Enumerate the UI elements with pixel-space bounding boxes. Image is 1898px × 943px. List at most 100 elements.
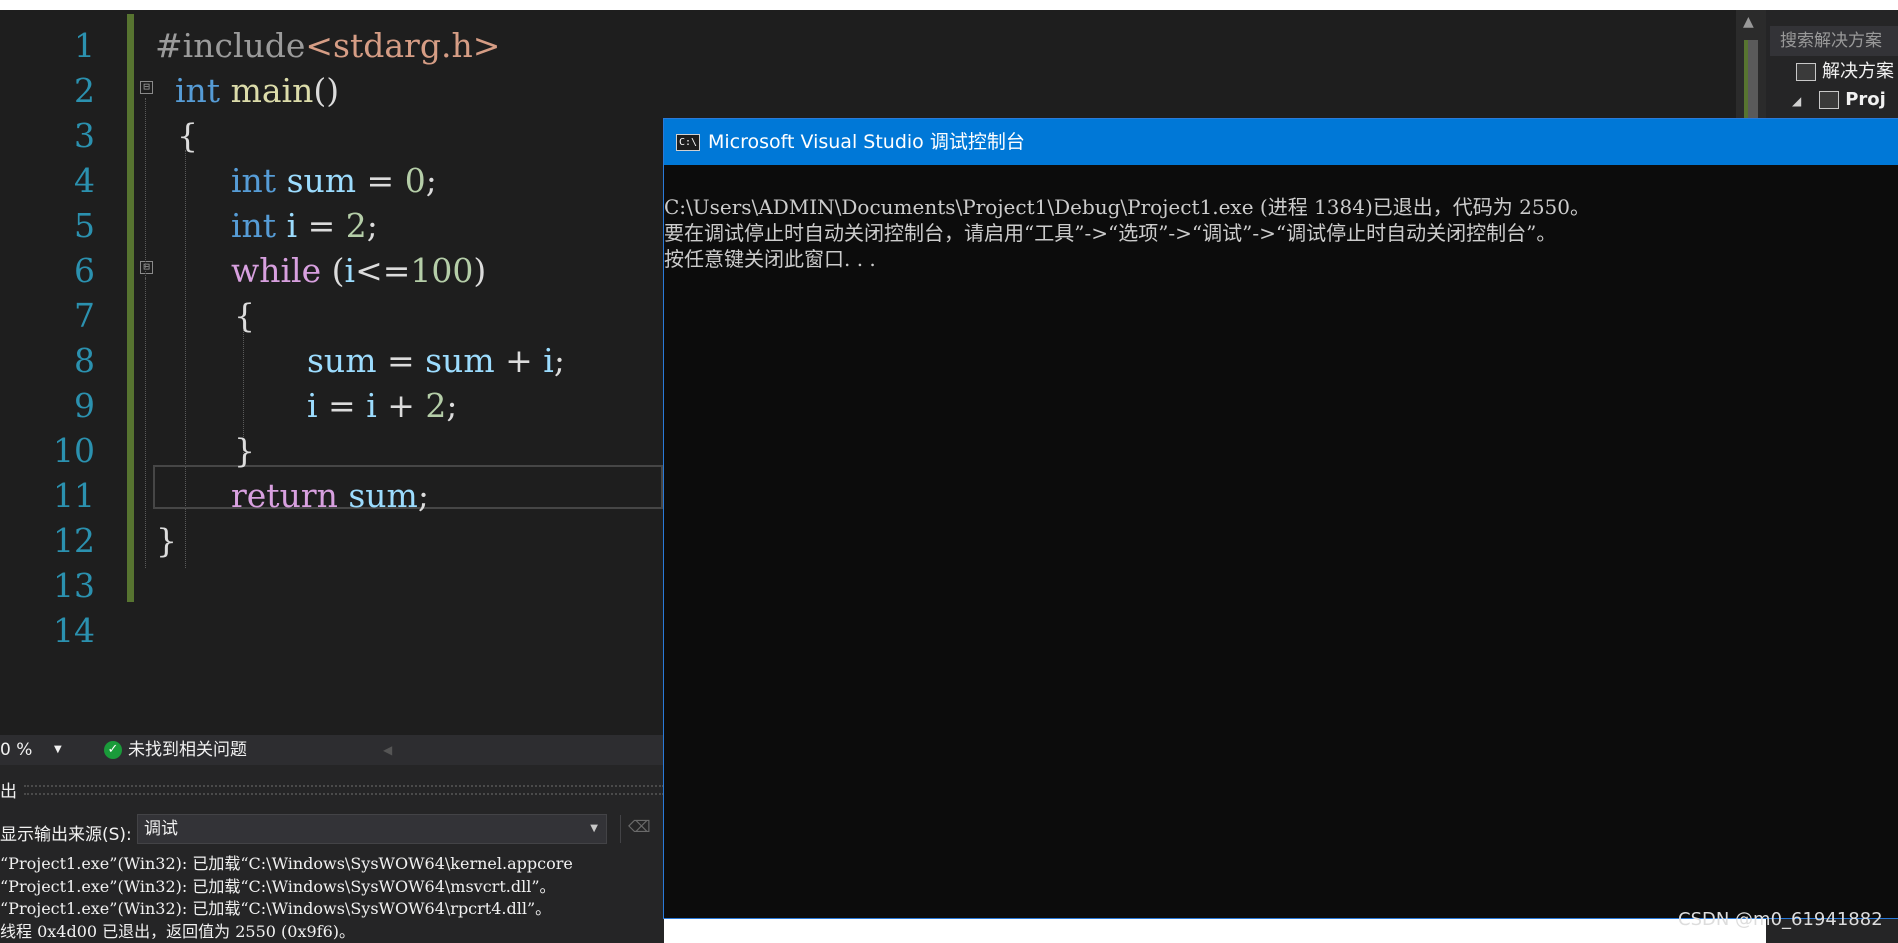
function-name-token: main: [230, 71, 314, 110]
brace-token: }: [234, 431, 255, 470]
punctuation-token: (): [313, 71, 340, 110]
punctuation-token: ;: [366, 206, 378, 245]
operator-token: =: [376, 341, 426, 380]
operator-token: =: [297, 206, 346, 245]
issues-label: 未找到相关问题: [128, 740, 247, 760]
number-token: 2: [345, 206, 367, 245]
output-text[interactable]: “Project1.exe”(Win32): 已加载“C:\Windows\Sy…: [0, 853, 573, 943]
code-line-1[interactable]: #include<stdarg.h>: [155, 23, 500, 68]
project-node-label: Proj: [1845, 89, 1886, 110]
punctuation-token: ;: [417, 476, 429, 515]
code-line-10[interactable]: }: [234, 428, 255, 473]
output-line: “Project1.exe”(Win32): 已加载“C:\Windows\Sy…: [0, 876, 556, 896]
debug-console-window[interactable]: C:\ Microsoft Visual Studio 调试控制台 C:\Use…: [663, 118, 1898, 919]
operator-token: =: [356, 161, 405, 200]
console-output[interactable]: C:\Users\ADMIN\Documents\Project1\Debug\…: [664, 194, 1590, 272]
code-line-11[interactable]: return sum;: [231, 473, 429, 518]
console-line: 按任意键关闭此窗口. . .: [664, 247, 876, 271]
variable-token: sum: [307, 341, 377, 380]
console-line: C:\Users\ADMIN\Documents\Project1\Debug\…: [664, 195, 1591, 219]
punctuation-token: ;: [425, 161, 437, 200]
console-line: 要在调试停止时自动关闭控制台，请启用“工具”->“选项”->“调试”->“调试停…: [664, 221, 1557, 245]
number-token: 2: [425, 386, 447, 425]
operator-token: =: [317, 386, 367, 425]
panel-grip[interactable]: [24, 785, 664, 795]
solution-search-input[interactable]: 搜索解决方案: [1770, 26, 1898, 56]
expand-triangle-icon[interactable]: ◢: [1792, 87, 1801, 115]
code-line-9[interactable]: i = i + 2;: [307, 383, 458, 428]
watermark: CSDN @m0_61941882: [1678, 909, 1883, 930]
variable-token: i: [344, 251, 356, 290]
solution-node[interactable]: 解决方案: [1766, 58, 1898, 86]
line-number: 3: [74, 116, 95, 155]
variable-token: i: [286, 206, 298, 245]
brace-token: }: [156, 521, 177, 560]
punctuation-token: (: [321, 251, 345, 290]
variable-token: sum: [348, 476, 418, 515]
scroll-change-marker: [1744, 40, 1748, 130]
code-line-4[interactable]: int sum = 0;: [231, 158, 437, 203]
code-line-6[interactable]: while (i<=100): [231, 248, 486, 293]
output-panel-title: 出: [0, 782, 17, 802]
code-line-5[interactable]: int i = 2;: [231, 203, 378, 248]
collapse-while-icon[interactable]: ⊟: [140, 261, 153, 274]
fold-guide-while: [145, 278, 146, 468]
variable-token: i: [543, 341, 554, 380]
scroll-up-icon[interactable]: ▲: [1743, 14, 1754, 30]
chevron-down-icon[interactable]: ▼: [590, 815, 598, 843]
line-number: 11: [53, 476, 95, 515]
output-line: “Project1.exe”(Win32): 已加载“C:\Windows\Sy…: [0, 854, 573, 873]
punctuation-token: ;: [446, 386, 458, 425]
include-path-token: <stdarg.h>: [305, 26, 501, 65]
line-number: 9: [74, 386, 95, 425]
change-indicator-bar: [127, 14, 134, 602]
check-circle-icon: ✓: [104, 741, 122, 759]
operator-token: +: [376, 386, 426, 425]
line-number: 7: [74, 296, 95, 335]
editor-status-strip: 0 % ▼ ✓ 未找到相关问题 ◀: [0, 735, 664, 765]
issues-indicator[interactable]: ✓ 未找到相关问题: [104, 735, 247, 765]
brace-token: {: [177, 116, 198, 155]
code-line-3[interactable]: {: [177, 113, 198, 158]
keyword-token: return: [231, 476, 338, 515]
project-node[interactable]: ◢ Proj: [1766, 86, 1898, 114]
output-source-select[interactable]: 调试 ▼: [137, 814, 607, 844]
variable-token: sum: [425, 341, 495, 380]
variable-token: i: [307, 386, 318, 425]
code-line-2[interactable]: int main(): [175, 68, 339, 113]
output-line: “Project1.exe”(Win32): 已加载“C:\Windows\Sy…: [0, 899, 552, 918]
line-number: 5: [74, 206, 95, 245]
preprocessor-token: #include: [155, 26, 306, 65]
line-number: 10: [53, 431, 95, 470]
line-number: 14: [53, 611, 95, 650]
collapse-main-icon[interactable]: ⊟: [140, 81, 153, 94]
console-title: Microsoft Visual Studio 调试控制台: [708, 131, 1025, 153]
line-number: 6: [74, 251, 95, 290]
keyword-token: int: [231, 206, 277, 245]
line-number: 2: [74, 71, 95, 110]
toolbar-separator: [620, 815, 621, 843]
output-line: 线程 0x4d00 已退出，返回值为 2550 (0x9f6)。: [0, 921, 356, 941]
keyword-token: while: [231, 251, 322, 290]
project-icon: [1819, 91, 1840, 109]
console-titlebar[interactable]: C:\ Microsoft Visual Studio 调试控制台: [664, 119, 1898, 165]
line-number: 12: [53, 521, 95, 560]
code-line-12[interactable]: }: [156, 518, 177, 563]
line-number: 8: [74, 341, 95, 380]
punctuation-token: ): [473, 251, 487, 290]
code-line-7[interactable]: {: [234, 293, 255, 338]
operator-token: +: [494, 341, 544, 380]
zoom-level[interactable]: 0 %: [0, 735, 32, 765]
line-number: 13: [53, 566, 95, 605]
variable-token: sum: [286, 161, 357, 200]
solution-node-label: 解决方案: [1822, 61, 1894, 82]
code-line-8[interactable]: sum = sum + i;: [307, 338, 565, 383]
clear-all-icon[interactable]: ⌫: [628, 817, 651, 839]
scroll-left-icon[interactable]: ◀: [383, 735, 392, 765]
output-source-label: 显示输出来源(S):: [0, 825, 132, 845]
output-source-value: 调试: [144, 819, 178, 839]
brace-token: {: [234, 296, 255, 335]
operator-token: <=: [355, 251, 411, 290]
solution-icon: [1796, 63, 1816, 81]
zoom-dropdown-icon[interactable]: ▼: [54, 735, 62, 765]
